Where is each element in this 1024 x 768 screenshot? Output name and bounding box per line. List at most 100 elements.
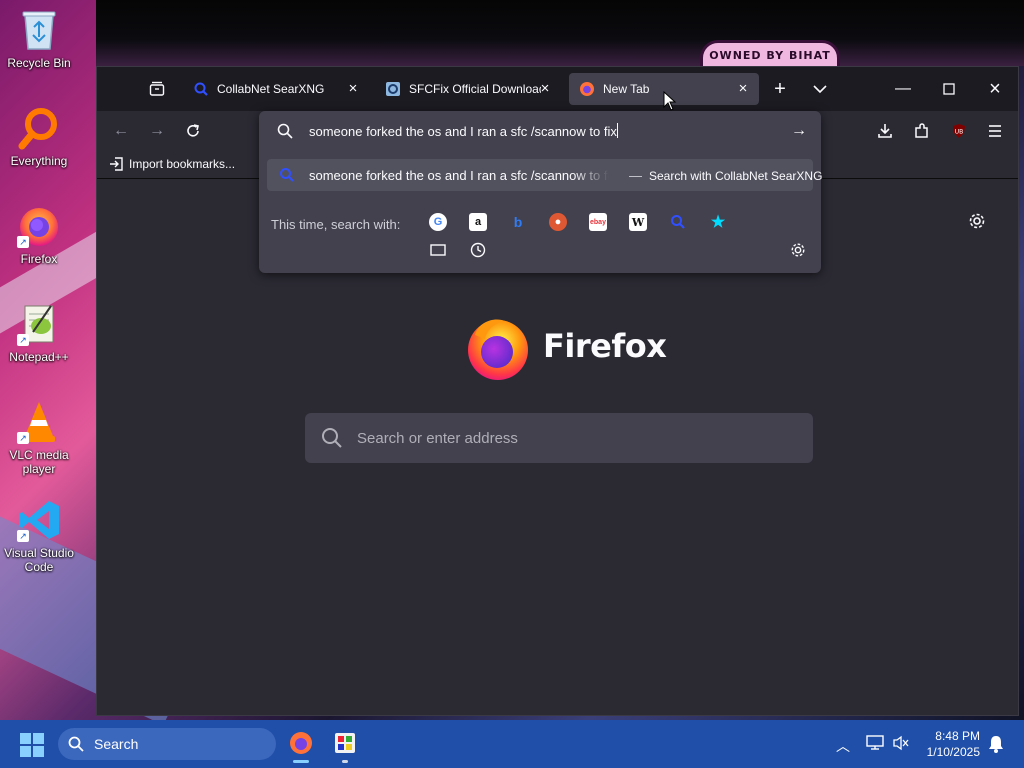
newtab-search-box[interactable]: Search or enter address xyxy=(305,413,813,463)
maximize-button[interactable] xyxy=(935,75,963,103)
firefox-icon xyxy=(580,82,594,96)
desktop-icon-vlc[interactable]: ↗ VLC media player xyxy=(4,400,74,476)
everything-search-icon xyxy=(17,106,61,150)
close-window-button[interactable]: × xyxy=(981,75,1009,103)
volume-tray-button[interactable] xyxy=(892,735,910,754)
ebay-icon: ebay xyxy=(590,218,606,226)
download-icon xyxy=(878,124,892,138)
maximize-icon xyxy=(943,83,955,95)
puzzle-icon xyxy=(915,123,928,138)
tab-label: SFCFix Official Download xyxy=(409,82,541,96)
tab-sfcfix-download[interactable]: SFCFix Official Download × xyxy=(375,73,561,105)
search-icon xyxy=(68,736,84,752)
desktop-icon-vscode[interactable]: ↗ Visual Studio Code xyxy=(4,498,74,574)
searxng-icon xyxy=(671,215,685,229)
bell-icon xyxy=(989,736,1003,753)
desktop-icon-recycle-bin[interactable]: Recycle Bin xyxy=(4,8,74,70)
search-suggestion-row[interactable]: someone forked the os and I ran a sfc /s… xyxy=(267,159,822,191)
amazon-icon: a xyxy=(474,216,482,228)
vscode-icon: ↗ xyxy=(17,498,61,542)
back-arrow-icon: ← xyxy=(113,122,129,139)
vlc-icon: ↗ xyxy=(17,400,61,444)
mouse-cursor-icon xyxy=(663,91,677,111)
amazon-engine-button[interactable]: a xyxy=(469,213,487,231)
ebay-engine-button[interactable]: ebay xyxy=(589,213,607,231)
hamburger-menu-icon xyxy=(989,125,1001,137)
desktop-icon-label: Notepad++ xyxy=(9,350,69,364)
close-tab-icon[interactable]: × xyxy=(735,81,751,97)
minimize-icon: — xyxy=(895,80,911,97)
firefox-wordmark: Firefox xyxy=(543,327,667,365)
desktop-icon-label: Visual Studio Code xyxy=(4,546,74,574)
monitor-network-icon xyxy=(866,735,884,750)
running-indicator xyxy=(342,760,348,763)
bookmarks-search-button[interactable]: ★ xyxy=(709,213,727,231)
wikipedia-engine-button[interactable]: W xyxy=(629,213,647,231)
google-engine-button[interactable]: G xyxy=(429,213,447,231)
wikipedia-icon: W xyxy=(631,215,645,229)
network-tray-button[interactable] xyxy=(866,735,884,754)
sfcfix-icon xyxy=(335,733,355,753)
history-search-button[interactable] xyxy=(469,241,487,259)
urlbar-input[interactable]: someone forked the os and I ran a sfc /s… xyxy=(259,111,821,151)
notifications-button[interactable] xyxy=(988,735,1004,756)
close-tab-icon[interactable]: × xyxy=(537,81,553,97)
desktop-icon-label: Everything xyxy=(10,154,68,168)
shortcut-arrow-icon: ↗ xyxy=(17,432,29,444)
start-button[interactable] xyxy=(20,733,44,760)
firefox-window: CollabNet SearXNG × SFCFix Official Down… xyxy=(96,66,1019,716)
close-icon: × xyxy=(989,77,1001,100)
searxng-icon xyxy=(194,82,208,96)
firefox-view-button[interactable] xyxy=(143,75,171,103)
show-hidden-icons-button[interactable]: ︿ xyxy=(836,736,850,756)
chevron-up-icon: ︿ xyxy=(836,738,850,754)
tabs-search-button[interactable] xyxy=(429,241,447,259)
forward-arrow-icon: → xyxy=(149,122,165,139)
urlbar-query-text: someone forked the os and I ran a sfc /s… xyxy=(309,124,617,139)
new-tab-button[interactable]: + xyxy=(766,75,794,103)
app-menu-button[interactable] xyxy=(981,117,1009,145)
duckduckgo-engine-button[interactable]: ● xyxy=(549,213,567,231)
reload-button[interactable] xyxy=(179,117,207,145)
notepad-plus-plus-icon: ↗ xyxy=(17,302,61,346)
shortcut-arrow-icon: ↗ xyxy=(17,236,29,248)
desktop-icon-label: Recycle Bin xyxy=(7,56,71,70)
taskbar: Search ︿ 8:48 PM 1/10/2025 xyxy=(0,720,1024,768)
downloads-button[interactable] xyxy=(871,117,899,145)
tab-label: New Tab xyxy=(603,82,650,96)
gear-icon xyxy=(791,243,805,257)
recycle-bin-icon xyxy=(17,8,61,52)
customize-newtab-button[interactable] xyxy=(963,207,991,235)
bing-icon: b xyxy=(513,214,523,230)
ublock-origin-button[interactable]: UB xyxy=(945,117,973,145)
one-off-search-label: This time, search with: xyxy=(271,217,401,232)
list-all-tabs-button[interactable] xyxy=(806,75,834,103)
extensions-button[interactable] xyxy=(908,117,936,145)
desktop-icon-notepad-plus-plus[interactable]: ↗ Notepad++ xyxy=(4,302,74,364)
go-button[interactable]: → xyxy=(785,117,813,145)
taskbar-sfcfix[interactable] xyxy=(334,732,356,763)
minimize-button[interactable]: — xyxy=(889,75,917,103)
search-settings-button[interactable] xyxy=(789,241,807,259)
star-icon: ★ xyxy=(710,214,726,231)
clock-icon xyxy=(470,242,486,258)
desktop-icon-firefox[interactable]: ↗ Firefox xyxy=(4,204,74,266)
import-bookmarks-button[interactable]: Import bookmarks... xyxy=(109,157,235,171)
back-button[interactable]: ← xyxy=(107,117,135,145)
taskbar-search[interactable]: Search xyxy=(58,728,276,760)
desktop-icon-label: VLC media player xyxy=(9,448,69,476)
windows-logo-icon xyxy=(20,733,44,757)
chevron-down-icon xyxy=(813,85,827,94)
searxng-engine-button[interactable] xyxy=(669,213,687,231)
taskbar-firefox[interactable] xyxy=(288,730,314,763)
search-icon xyxy=(277,123,293,139)
desktop-icon-everything[interactable]: Everything xyxy=(4,106,74,168)
system-clock[interactable]: 8:48 PM 1/10/2025 xyxy=(927,728,980,760)
sfcfix-icon xyxy=(386,82,400,96)
tab-collabnet-searxng[interactable]: CollabNet SearXNG × xyxy=(183,73,369,105)
close-tab-icon[interactable]: × xyxy=(345,81,361,97)
svg-text:UB: UB xyxy=(955,129,964,136)
tab-bar: CollabNet SearXNG × SFCFix Official Down… xyxy=(97,67,1018,111)
forward-button[interactable]: → xyxy=(143,117,171,145)
bing-engine-button[interactable]: b xyxy=(509,213,527,231)
